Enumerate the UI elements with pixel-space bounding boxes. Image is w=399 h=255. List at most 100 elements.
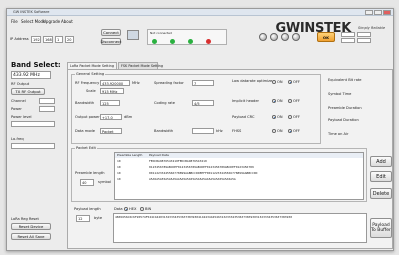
implicit-header-on-label: ON bbox=[277, 99, 283, 103]
table-row[interactable]: 10 00112233445566778899AABBCCDDEEFF00112… bbox=[115, 171, 363, 176]
data-mode-select[interactable]: Packet bbox=[100, 128, 122, 134]
scale-label: Scale bbox=[86, 89, 96, 93]
power-level-field[interactable] bbox=[11, 121, 55, 127]
maximize-button[interactable] bbox=[374, 10, 382, 15]
fhss-on-label: ON bbox=[277, 129, 283, 133]
output-power-input[interactable]: +17.0 bbox=[100, 114, 122, 120]
packet-edit-group: Packet Edit Preamble length 40 symbol Pr… bbox=[71, 146, 367, 202]
low-datarate-off-radio[interactable] bbox=[288, 80, 292, 84]
lo-freq-field[interactable] bbox=[11, 143, 55, 149]
power-field[interactable] bbox=[39, 106, 55, 112]
knob-icon-1[interactable] bbox=[259, 33, 267, 41]
payload-crc-off-radio[interactable] bbox=[288, 115, 292, 119]
fhss-on-radio[interactable] bbox=[272, 129, 276, 133]
ip-octet-2[interactable]: 168 bbox=[43, 36, 53, 43]
general-setting-group: General Setting RF Frequency 433.920000 … bbox=[71, 72, 321, 144]
payload-crc-label: Payload CRC bbox=[232, 115, 255, 119]
minimize-button[interactable] bbox=[365, 10, 373, 15]
spreading-factor-label: Spreading factor bbox=[154, 81, 184, 85]
coding-rate-select[interactable]: 4/5 bbox=[192, 100, 214, 106]
packet-table[interactable]: Preamble Length Payload Data 10 FEDCBA98… bbox=[114, 152, 364, 200]
payload-to-buffer-button[interactable]: Payload To Buffer bbox=[370, 218, 392, 238]
close-button[interactable] bbox=[383, 10, 391, 15]
output-power-unit: dBm bbox=[124, 115, 133, 119]
table-cell: 10 bbox=[117, 177, 121, 181]
reset-all-save-button[interactable]: Reset All Save bbox=[11, 233, 51, 240]
menu-file[interactable]: File bbox=[11, 19, 18, 24]
band-select-title: Band Select: bbox=[11, 61, 61, 69]
menu-select-mode[interactable]: Select Mode bbox=[21, 19, 46, 24]
fhss-off-radio[interactable] bbox=[288, 129, 292, 133]
hex-label: HEX bbox=[129, 207, 137, 211]
payload-crc-on-radio[interactable] bbox=[272, 115, 276, 119]
device-icon bbox=[127, 30, 139, 40]
low-datarate-on-radio[interactable] bbox=[272, 80, 276, 84]
ok-button[interactable]: OK bbox=[317, 32, 335, 42]
preamble-length-label: Preamble length bbox=[75, 171, 105, 175]
column-header: Preamble Length bbox=[117, 153, 143, 157]
table-cell: 0123456789ABCDEF0123456789ABCDEF01234567… bbox=[149, 165, 254, 169]
ip-octet-3[interactable]: 1 bbox=[55, 36, 63, 43]
rf-frequency-input[interactable]: 433.920000 bbox=[100, 80, 130, 86]
payload-length-input[interactable]: 12 bbox=[76, 215, 90, 222]
knob-icon-2[interactable] bbox=[270, 33, 278, 41]
display-field-d bbox=[357, 38, 371, 43]
payload-hex-textarea[interactable]: 4865656C6C6F20574F524C442031323334353637… bbox=[113, 213, 367, 243]
table-row[interactable]: 10 FEDCBA9876543210FEDCBA9876543210 bbox=[115, 159, 363, 164]
status-led-4 bbox=[206, 39, 211, 44]
scale-select[interactable]: 915 MHz bbox=[100, 88, 124, 94]
table-cell: A5A5A5A55A5A5A5AA5A5A5A55A5A5A5AA5A5A5A5… bbox=[149, 177, 236, 181]
band-frequency-select[interactable]: 433.92 MHz bbox=[11, 71, 51, 79]
rf-output-button[interactable]: TX RF Output bbox=[11, 88, 45, 95]
channel-field[interactable] bbox=[39, 98, 55, 104]
bin-radio[interactable] bbox=[140, 207, 144, 211]
window-title: GW INSTEK Software bbox=[13, 10, 50, 14]
menu-upgrade[interactable]: Upgrade bbox=[43, 19, 60, 24]
display-field-c bbox=[341, 38, 355, 43]
implicit-header-label: Implicit header bbox=[232, 99, 260, 103]
spreading-factor-select[interactable]: 7 bbox=[192, 80, 214, 86]
payload-crc-off-label: OFF bbox=[293, 115, 300, 119]
data-mode-label: Data mode bbox=[75, 129, 95, 133]
delete-button[interactable]: Delete bbox=[370, 188, 392, 199]
lo-freq-label: Lo-freq bbox=[11, 137, 24, 141]
table-row[interactable]: 10 0123456789ABCDEF0123456789ABCDEF01234… bbox=[115, 165, 363, 170]
ip-octet-4[interactable]: 20 bbox=[65, 36, 74, 43]
bandwidth-label: Bandwidth bbox=[75, 101, 95, 105]
disconnect-button[interactable]: Disconnect bbox=[100, 38, 122, 45]
knob-icon-4[interactable] bbox=[292, 33, 300, 41]
power-label: Power bbox=[11, 107, 22, 111]
tab-fsk-packet[interactable]: FSK Packet Mode Setting bbox=[118, 62, 163, 69]
title-bar: GW INSTEK Software bbox=[7, 9, 393, 16]
table-cell: 00112233445566778899AABBCCDDEEFF00112233… bbox=[149, 171, 258, 175]
ip-octet-1[interactable]: 192 bbox=[31, 36, 41, 43]
status-led-1 bbox=[152, 39, 157, 44]
menu-about[interactable]: About bbox=[61, 19, 73, 24]
display-field-b bbox=[357, 32, 371, 37]
connect-button[interactable]: Connect bbox=[101, 29, 121, 36]
symbol-bandwidth-input[interactable] bbox=[192, 128, 214, 134]
packet-edit-title: Packet Edit bbox=[75, 146, 97, 150]
reset-device-button[interactable]: Reset Device bbox=[11, 223, 51, 230]
implicit-header-off-radio[interactable] bbox=[288, 99, 292, 103]
calc-results: Equivalent Bit rate Symbol Time Preamble… bbox=[326, 74, 390, 144]
add-button[interactable]: Add bbox=[370, 156, 392, 167]
payload-duration-label: Payload Duration bbox=[328, 118, 359, 122]
rf-frequency-label: RF Frequency bbox=[75, 81, 100, 85]
status-strip: Not connected bbox=[147, 29, 227, 45]
preamble-duration-label: Preamble Duration bbox=[328, 106, 362, 110]
fhss-label: FHSS bbox=[232, 129, 242, 133]
coding-rate-label: Coding rate bbox=[154, 101, 175, 105]
ip-address-label: IP Address bbox=[10, 37, 29, 41]
status-led-2 bbox=[170, 39, 175, 44]
table-row[interactable]: 10 A5A5A5A55A5A5A5AA5A5A5A55A5A5A5AA5A5A… bbox=[115, 177, 363, 182]
edit-button[interactable]: Edit bbox=[370, 171, 392, 182]
preamble-length-input[interactable]: 40 bbox=[80, 179, 94, 186]
bandwidth-select[interactable]: 125 bbox=[100, 100, 120, 106]
knob-icon-3[interactable] bbox=[281, 33, 289, 41]
table-cell: FEDCBA9876543210FEDCBA9876543210 bbox=[149, 159, 207, 163]
implicit-header-on-radio[interactable] bbox=[272, 99, 276, 103]
preamble-symbol-unit: symbol bbox=[98, 180, 111, 184]
output-power-label: Output power bbox=[75, 115, 100, 119]
hex-radio[interactable] bbox=[124, 207, 128, 211]
